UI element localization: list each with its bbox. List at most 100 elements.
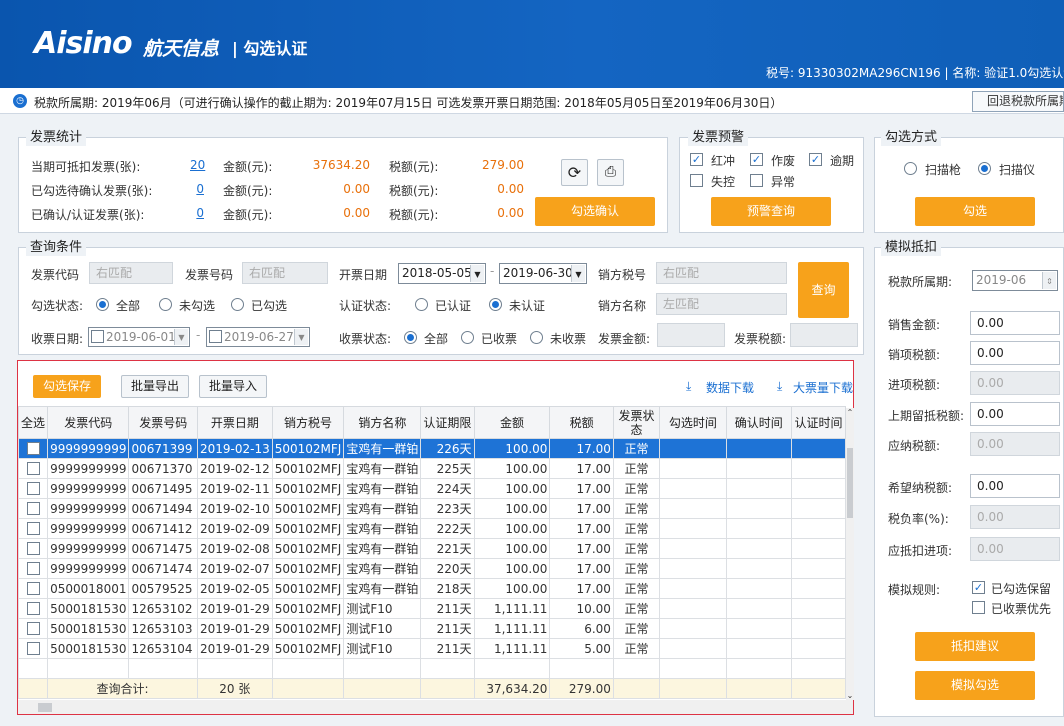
row-checkbox[interactable] [26, 541, 40, 555]
column-header[interactable]: 金额 [473, 406, 551, 439]
recv-pending-radio[interactable] [530, 331, 543, 344]
state-unchecked-radio[interactable] [159, 298, 172, 311]
recv-done-radio[interactable] [461, 331, 474, 344]
scanner-radio[interactable] [978, 162, 991, 175]
recv-from-checkbox[interactable] [91, 330, 104, 343]
state-checked-radio[interactable] [231, 298, 244, 311]
column-header[interactable]: 全选 [18, 406, 49, 439]
batch-import-button[interactable]: 批量导入 [199, 375, 267, 398]
column-header[interactable]: 税额 [549, 406, 614, 439]
big-download-link[interactable]: 大票量下载 [793, 379, 853, 396]
row-checkbox-cell[interactable] [18, 638, 49, 659]
column-header[interactable]: 勾选时间 [659, 406, 727, 439]
column-header[interactable]: 销方名称 [343, 406, 422, 439]
print-icon[interactable]: ⎙ [597, 159, 624, 186]
column-header[interactable]: 认证期限 [420, 406, 475, 439]
inv-tax-input[interactable] [790, 323, 858, 347]
vertical-scrollbar[interactable]: ⌃ ⌄ [846, 408, 854, 700]
table-row[interactable]: 9999999999 00671475 2019-02-08 500102MFJ 宝鸡有… [18, 538, 846, 559]
data-download-link[interactable]: 数据下载 [706, 379, 754, 396]
row-checkbox[interactable] [26, 601, 40, 615]
recv-to-checkbox[interactable] [209, 330, 222, 343]
auth-done-radio[interactable] [415, 298, 428, 311]
table-row[interactable]: 9999999999 00671370 2019-02-12 500102MFJ 宝鸡有… [18, 458, 846, 479]
date-to-select[interactable]: 2019-06-30 ▼ [499, 263, 587, 284]
warning-checkbox[interactable]: ✓ [750, 153, 763, 166]
inv-amount-input[interactable] [657, 323, 725, 347]
row-checkbox-cell[interactable] [18, 478, 49, 499]
save-selection-button[interactable]: 勾选保存 [33, 375, 101, 398]
seller-tax-input[interactable]: 右匹配 [656, 262, 787, 284]
refresh-icon[interactable]: ⟳ [561, 159, 588, 186]
rule-keep-checkbox[interactable]: ✓ [972, 581, 985, 594]
date-from-select[interactable]: 2018-05-05 ▼ [398, 263, 486, 284]
row-checkbox-cell[interactable] [18, 518, 49, 539]
row-checkbox-cell[interactable] [18, 498, 49, 519]
batch-export-button[interactable]: 批量导出 [121, 375, 189, 398]
table-row[interactable]: 5000181530 12653102 2019-01-29 500102MFJ 测试F… [18, 598, 846, 619]
confirm-button[interactable]: 勾选确认 [535, 197, 655, 226]
sim-field-input[interactable]: 0.00 [970, 402, 1060, 426]
column-header[interactable]: 发票状态 [612, 406, 661, 439]
rule-recv-checkbox[interactable] [972, 601, 985, 614]
sim-field-input[interactable]: 0.00 [970, 311, 1060, 335]
recv-all-radio[interactable] [404, 331, 417, 344]
row-checkbox-cell[interactable] [18, 618, 49, 639]
row-checkbox[interactable] [26, 461, 40, 475]
stat-count-link[interactable]: 0 [190, 182, 204, 196]
column-header[interactable]: 认证时间 [791, 406, 846, 439]
recv-from-select[interactable]: 2019-06-01 ▼ [88, 327, 190, 347]
table-row[interactable]: 5000181530 12653104 2019-01-29 500102MFJ 测试F… [18, 638, 846, 659]
warning-checkbox[interactable] [750, 174, 763, 187]
row-checkbox-cell[interactable] [18, 578, 49, 599]
row-checkbox-cell[interactable] [18, 438, 49, 459]
sim-field-input[interactable]: 0.00 [970, 341, 1060, 365]
row-checkbox[interactable] [26, 641, 40, 655]
row-checkbox[interactable] [26, 521, 40, 535]
stat-count-link[interactable]: 20 [190, 158, 205, 172]
row-checkbox-cell[interactable] [18, 538, 49, 559]
auth-pending-radio[interactable] [489, 298, 502, 311]
warning-query-button[interactable]: 预警查询 [711, 197, 831, 226]
table-row[interactable]: 9999999999 00671474 2019-02-07 500102MFJ 宝鸡有… [18, 558, 846, 579]
scanner-gun-radio[interactable] [904, 162, 917, 175]
table-row[interactable]: 0500018001 00579525 2019-02-05 500102MFJ 宝鸡有… [18, 578, 846, 599]
row-checkbox[interactable] [26, 621, 40, 635]
row-checkbox[interactable] [26, 561, 40, 575]
column-header[interactable]: 销方税号 [271, 406, 345, 439]
simulate-select-button[interactable]: 模拟勾选 [915, 671, 1035, 700]
download-icon[interactable]: ⤓ [686, 379, 691, 394]
table-row[interactable]: 9999999999 00671495 2019-02-11 500102MFJ 宝鸡有… [18, 478, 846, 499]
search-button[interactable]: 查询 [798, 262, 849, 318]
warning-checkbox[interactable]: ✓ [809, 153, 822, 166]
table-row[interactable]: 9999999999 00671412 2019-02-09 500102MFJ 宝鸡有… [18, 518, 846, 539]
row-checkbox[interactable] [26, 481, 40, 495]
code-input[interactable]: 右匹配 [89, 262, 173, 284]
rollback-period-button[interactable]: 回退税款所属期 [972, 91, 1064, 112]
row-checkbox-cell[interactable] [18, 458, 49, 479]
number-input[interactable]: 右匹配 [242, 262, 328, 284]
horizontal-scrollbar[interactable] [18, 700, 853, 714]
column-header[interactable]: 发票代码 [47, 406, 130, 439]
table-row[interactable]: 9999999999 00671494 2019-02-10 500102MFJ 宝鸡有… [18, 498, 846, 519]
row-checkbox[interactable] [26, 581, 40, 595]
table-row[interactable]: 9999999999 00671399 2019-02-13 500102MFJ 宝鸡有… [18, 438, 846, 459]
select-button[interactable]: 勾选 [915, 197, 1035, 226]
warning-checkbox[interactable]: ✓ [690, 153, 703, 166]
download-icon[interactable]: ⤓ [777, 379, 782, 394]
column-header[interactable]: 发票号码 [128, 406, 198, 439]
sim-field-input[interactable]: 0.00 [970, 474, 1060, 498]
state-all-radio[interactable] [96, 298, 109, 311]
spinner-icon[interactable]: ⇕ [1042, 272, 1056, 289]
row-checkbox-cell[interactable] [18, 598, 49, 619]
seller-name-input[interactable]: 左匹配 [656, 293, 787, 315]
column-header[interactable]: 确认时间 [725, 406, 793, 439]
table-row[interactable]: 5000181530 12653103 2019-01-29 500102MFJ 测试F… [18, 618, 846, 639]
sim-period-select[interactable]: 2019-06 ⇕ [972, 270, 1058, 291]
warning-checkbox[interactable] [690, 174, 703, 187]
stat-count-link[interactable]: 0 [190, 206, 204, 220]
row-checkbox-cell[interactable] [18, 558, 49, 579]
row-checkbox[interactable] [26, 441, 40, 455]
column-header[interactable]: 开票日期 [196, 406, 273, 439]
recv-to-select[interactable]: 2019-06-27 ▼ [206, 327, 310, 347]
